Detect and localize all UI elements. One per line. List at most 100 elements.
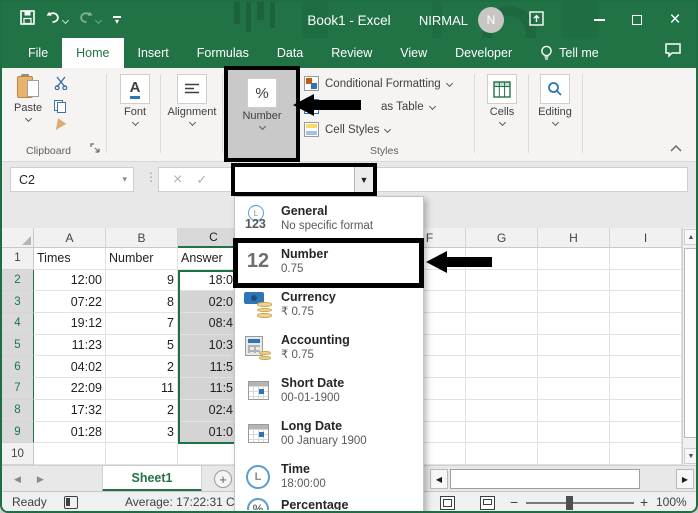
name-box-dropdown-icon[interactable]: ▾ xyxy=(122,174,127,185)
cell-I9[interactable] xyxy=(610,421,682,444)
zoom-out-icon[interactable]: − xyxy=(510,494,518,510)
cell-A6[interactable]: 04:02 xyxy=(34,356,106,379)
row-header-2[interactable]: 2 xyxy=(2,269,34,292)
format-painter-icon[interactable] xyxy=(51,118,67,133)
vertical-scrollbar[interactable]: ▲ ▼ xyxy=(682,228,696,465)
paste-button[interactable]: Paste xyxy=(14,74,42,123)
save-icon[interactable] xyxy=(20,10,35,30)
cell-G7[interactable] xyxy=(466,378,538,400)
cell-G5[interactable] xyxy=(466,334,538,357)
cell-B2[interactable]: 9 xyxy=(106,269,178,292)
alignment-dropdown-icon[interactable] xyxy=(188,118,196,127)
cell-H5[interactable] xyxy=(538,334,610,357)
scroll-right-icon[interactable]: ▶ xyxy=(676,469,694,489)
cell-I10[interactable] xyxy=(610,443,682,465)
user-name[interactable]: NIRMAL xyxy=(419,2,468,38)
number-dropdown-icon[interactable] xyxy=(258,122,266,131)
format-option-time[interactable]: L Time 18:00:00 xyxy=(235,455,423,498)
cell-I1[interactable] xyxy=(610,248,682,270)
scroll-down-icon[interactable]: ▼ xyxy=(684,448,696,464)
conditional-formatting-button[interactable]: Conditional Formatting xyxy=(304,76,453,91)
font-dropdown-icon[interactable] xyxy=(131,118,139,127)
tab-formulas[interactable]: Formulas xyxy=(183,38,263,68)
tab-data[interactable]: Data xyxy=(263,38,317,68)
horizontal-scroll-thumb[interactable] xyxy=(450,469,640,489)
format-option-accounting[interactable]: Accounting ₹ 0.75 xyxy=(235,326,423,369)
column-header-B[interactable]: B xyxy=(106,228,178,248)
tab-view[interactable]: View xyxy=(386,38,441,68)
format-option-short-date[interactable]: Short Date 00-01-1900 xyxy=(235,369,423,412)
cell-H10[interactable] xyxy=(538,443,610,465)
cell-I8[interactable] xyxy=(610,399,682,422)
minimize-button[interactable] xyxy=(582,2,616,38)
zoom-in-icon[interactable]: + xyxy=(640,494,648,510)
cell-I7[interactable] xyxy=(610,378,682,400)
collapse-ribbon-icon[interactable] xyxy=(670,143,682,155)
cells-dropdown-icon[interactable] xyxy=(498,118,506,127)
cell-A7[interactable]: 22:09 xyxy=(34,378,106,400)
row-header-3[interactable]: 3 xyxy=(2,291,34,314)
format-option-percentage[interactable]: % Percentage xyxy=(235,498,423,510)
customize-qat-button[interactable]: ▾ xyxy=(113,16,121,25)
cancel-icon[interactable]: × xyxy=(173,171,182,189)
cell-I4[interactable] xyxy=(610,313,682,335)
ribbon-display-options-icon[interactable] xyxy=(529,11,544,31)
number-format-combo-input[interactable] xyxy=(235,167,354,192)
scroll-left-icon[interactable]: ◀ xyxy=(430,469,448,489)
cells-group-button[interactable]: Cells xyxy=(480,74,524,127)
cell-H4[interactable] xyxy=(538,313,610,335)
cell-B7[interactable]: 11 xyxy=(106,378,178,400)
paste-dropdown-icon[interactable] xyxy=(24,114,32,123)
select-all-corner[interactable] xyxy=(2,228,34,248)
cell-B10[interactable] xyxy=(106,443,178,465)
cell-I3[interactable] xyxy=(610,291,682,314)
cell-A2[interactable]: 12:00 xyxy=(34,269,106,292)
tab-home[interactable]: Home xyxy=(62,38,124,68)
cell-A3[interactable]: 07:22 xyxy=(34,291,106,314)
vertical-scroll-thumb[interactable] xyxy=(684,248,696,438)
normal-view-icon[interactable] xyxy=(440,496,455,510)
cut-icon[interactable] xyxy=(54,76,68,93)
row-header-10[interactable]: 10 xyxy=(2,443,34,465)
zoom-slider[interactable] xyxy=(526,502,634,504)
undo-button[interactable] xyxy=(45,11,70,30)
tab-tell-me[interactable]: Tell me xyxy=(526,38,613,68)
column-header-H[interactable]: H xyxy=(538,228,610,248)
cell-G2[interactable] xyxy=(466,269,538,292)
comment-icon[interactable] xyxy=(664,42,682,63)
tab-review[interactable]: Review xyxy=(317,38,386,68)
tab-file[interactable]: File xyxy=(14,38,62,68)
cell-H2[interactable] xyxy=(538,269,610,292)
tab-insert[interactable]: Insert xyxy=(124,38,183,68)
row-header-4[interactable]: 4 xyxy=(2,313,34,335)
cell-B8[interactable]: 2 xyxy=(106,399,178,422)
format-option-general[interactable]: L 123 General No specific format xyxy=(235,197,423,239)
cell-I5[interactable] xyxy=(610,334,682,357)
cell-H1[interactable] xyxy=(538,248,610,270)
cell-G1[interactable] xyxy=(466,248,538,270)
scroll-up-icon[interactable]: ▲ xyxy=(684,229,696,245)
format-as-table-button[interactable]: as Table xyxy=(304,99,436,114)
cell-B5[interactable]: 5 xyxy=(106,334,178,357)
name-box[interactable]: C2 ▾ xyxy=(10,167,134,192)
add-sheet-button[interactable]: + xyxy=(214,470,232,488)
cell-H7[interactable] xyxy=(538,378,610,400)
undo-dropdown-icon[interactable] xyxy=(61,16,70,24)
cell-styles-button[interactable]: Cell Styles xyxy=(304,122,392,137)
row-header-5[interactable]: 5 xyxy=(2,334,34,357)
clipboard-dialog-launcher-icon[interactable] xyxy=(90,143,100,156)
cell-G4[interactable] xyxy=(466,313,538,335)
cell-H3[interactable] xyxy=(538,291,610,314)
horizontal-scrollbar[interactable]: ◀ ▶ xyxy=(430,469,694,489)
cell-I2[interactable] xyxy=(610,269,682,292)
cell-G3[interactable] xyxy=(466,291,538,314)
close-button[interactable]: × xyxy=(658,2,692,38)
row-header-9[interactable]: 9 xyxy=(2,421,34,444)
cell-G9[interactable] xyxy=(466,421,538,444)
avatar[interactable]: N xyxy=(478,7,504,33)
cell-G6[interactable] xyxy=(466,356,538,379)
font-group-button[interactable]: A Font xyxy=(112,74,158,127)
cell-B1[interactable]: Number xyxy=(106,248,178,270)
combo-dropdown-icon[interactable]: ▼ xyxy=(354,167,373,192)
sheet-nav-next-icon[interactable]: ▶ xyxy=(37,474,44,485)
